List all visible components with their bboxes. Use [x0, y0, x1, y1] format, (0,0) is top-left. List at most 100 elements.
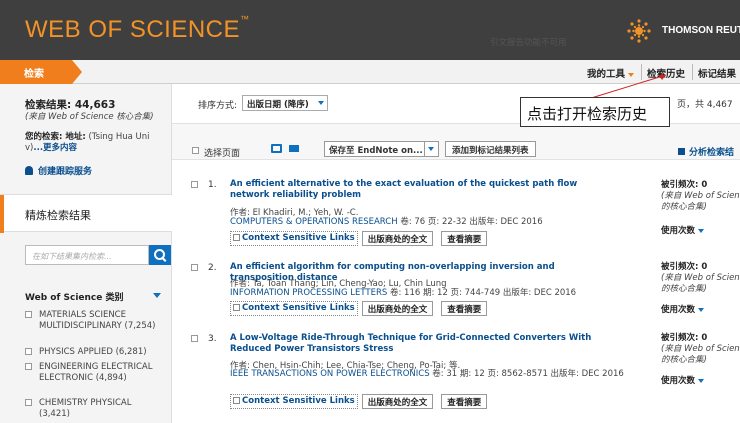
sort-value: 出版日期 (降序) [247, 100, 309, 110]
record-links: Context Sensitive Links 出版商处的全文 查看摘要 [230, 231, 488, 247]
cited-count: 被引频次: 0 [661, 262, 708, 272]
print-icon[interactable] [271, 144, 282, 153]
checkbox[interactable] [25, 399, 32, 406]
refine-title: 精炼检索结果 [25, 209, 91, 222]
chevron-down-icon[interactable] [153, 293, 161, 298]
more-link[interactable]: ...更多内容 [33, 143, 77, 153]
annotation-callout: 点击打开检索历史 [520, 97, 670, 127]
record-number: 3. [208, 334, 217, 344]
left-sidebar: 检索结果: 44,663 (来自 Web of Science 核心合集) 您的… [0, 84, 172, 423]
page-count: 页，共 4,467 [677, 100, 733, 110]
result-record: 2. An efficient algorithm for computing … [172, 262, 740, 322]
times-cited: 被引频次: 0(来自 Web of Science 的核心合集) [661, 180, 740, 213]
record-checkbox[interactable] [191, 264, 198, 271]
brand-logo[interactable]: WEB OF SCIENCE™ [25, 14, 250, 44]
chevron-down-icon [424, 142, 438, 156]
category-item[interactable]: MATERIALS SCIENCE MULTIDISCIPLINARY (7,2… [25, 310, 165, 332]
ctx-label: Context Sensitive Links [242, 303, 355, 313]
context-sensitive-links[interactable]: Context Sensitive Links [230, 231, 358, 246]
tab-search[interactable]: 检索 [0, 60, 82, 84]
source-details: 卷: 76 页: 22-32 出版年: DEC 2016 [397, 217, 543, 227]
usage-count-toggle[interactable]: 使用次数 [661, 303, 705, 315]
bell-icon [25, 166, 33, 175]
record-source: IEEE TRANSACTIONS ON POWER ELECTRONICS 卷… [230, 369, 630, 380]
times-cited: 被引频次: 0(来自 Web of Science 的核心合集) [661, 333, 740, 366]
chevron-down-icon [317, 101, 324, 105]
search-icon[interactable] [149, 245, 171, 265]
refine-search-input[interactable]: 在如下结果集内检索... [25, 245, 149, 265]
usage-label: 使用次数 [661, 226, 696, 236]
marked-list-link[interactable]: 标记结果 [698, 66, 736, 80]
record-title-link[interactable]: A Low-Voltage Ride-Through Technique for… [230, 333, 615, 355]
publisher-fulltext-button[interactable]: 出版商处的全文 [361, 301, 434, 316]
record-checkbox[interactable] [191, 181, 198, 188]
add-to-marked-list-button[interactable]: 添加到标记结果列表 [445, 141, 536, 157]
refine-panel: 精炼检索结果 [0, 194, 172, 233]
sort-select[interactable]: 出版日期 (降序) [242, 95, 328, 111]
cited-db: (来自 Web of Science 的核心合集) [661, 273, 740, 294]
sort-label: 排序方式: [198, 101, 238, 111]
category-label: CHEMISTRY PHYSICAL (3,421) [39, 398, 132, 419]
publisher-fulltext-button[interactable]: 出版商处的全文 [361, 231, 434, 246]
usage-label: 使用次数 [661, 376, 696, 386]
publisher-fulltext-button[interactable]: 出版商处的全文 [361, 394, 434, 409]
results-toolbar: 选择页面 保存至 EndNote on... 添加到标记结果列表 分析检索结 [172, 124, 740, 160]
category-item[interactable]: CHEMISTRY PHYSICAL (3,421) [25, 398, 165, 420]
ctx-label: Context Sensitive Links [242, 233, 355, 243]
save-to-label: 保存至 EndNote on... [329, 146, 423, 156]
category-label: MATERIALS SCIENCE MULTIDISCIPLINARY (7,2… [39, 310, 156, 331]
category-label: PHYSICS APPLIED (6,281) [39, 347, 147, 357]
ctx-label: Context Sensitive Links [242, 396, 355, 406]
citation-report-note: 引文报告功能不可用 [490, 38, 567, 48]
record-title-link[interactable]: An efficient alternative to the exact ev… [230, 179, 615, 201]
nav-divider [692, 64, 693, 80]
brand-text: WEB OF SCIENCE [25, 16, 241, 43]
results-database: (来自 Web of Science 核心合集) [25, 112, 154, 122]
journal-link[interactable]: COMPUTERS & OPERATIONS RESEARCH [230, 217, 398, 227]
result-record: 1. An efficient alternative to the exact… [172, 179, 740, 249]
chevron-down-icon [698, 307, 705, 312]
analyze-results-link[interactable]: 分析检索结 [678, 145, 734, 158]
journal-link[interactable]: IEEE TRANSACTIONS ON POWER ELECTRONICS [230, 369, 430, 379]
context-sensitive-links[interactable]: Context Sensitive Links [230, 394, 358, 409]
checkbox[interactable] [25, 348, 32, 355]
cited-db: (来自 Web of Science 的核心合集) [661, 191, 740, 212]
usage-count-toggle[interactable]: 使用次数 [661, 224, 705, 236]
select-page-label: 选择页面 [204, 149, 241, 159]
brand-tm: ™ [240, 14, 250, 24]
view-abstract-button[interactable]: 查看摘要 [441, 301, 488, 316]
category-item[interactable]: PHYSICS APPLIED (6,281) [25, 347, 165, 358]
create-alert-link[interactable]: 创建跟踪服务 [25, 164, 92, 177]
your-search-label: 您的检索: 地址: [25, 132, 86, 142]
record-number: 2. [208, 263, 217, 273]
record-source: INFORMATION PROCESSING LETTERS 卷: 116 期:… [230, 288, 630, 299]
context-sensitive-links[interactable]: Context Sensitive Links [230, 301, 358, 316]
thomson-reuters-logo-icon [627, 19, 651, 43]
source-details: 卷: 31 期: 12 页: 8562-8571 出版年: DEC 2016 [429, 369, 624, 379]
chevron-down-icon [698, 378, 705, 383]
usage-count-toggle[interactable]: 使用次数 [661, 374, 705, 386]
usage-label: 使用次数 [661, 305, 696, 315]
chevron-down-icon [698, 228, 705, 233]
category-label: ENGINEERING ELECTRICAL ELECTRONIC (4,894… [39, 362, 153, 383]
record-checkbox[interactable] [191, 335, 198, 342]
broken-image-icon [233, 304, 240, 311]
create-alert-label: 创建跟踪服务 [38, 167, 93, 177]
save-to-endnote-select[interactable]: 保存至 EndNote on... [324, 141, 439, 157]
record-links: Context Sensitive Links 出版商处的全文 查看摘要 [230, 394, 488, 410]
select-page-checkbox[interactable] [192, 147, 199, 154]
checkbox[interactable] [25, 363, 32, 370]
times-cited: 被引频次: 0(来自 Web of Science 的核心合集) [661, 262, 740, 295]
view-abstract-button[interactable]: 查看摘要 [441, 394, 488, 409]
publisher-name: THOMSON REUTE [662, 25, 740, 36]
cited-count: 被引频次: 0 [661, 180, 708, 190]
chart-icon [678, 148, 685, 155]
refine-accent-bar [0, 195, 4, 233]
checkbox[interactable] [25, 311, 32, 318]
category-title[interactable]: Web of Science 类别 [25, 290, 124, 303]
email-icon[interactable] [289, 145, 299, 152]
result-record: 3. A Low-Voltage Ride-Through Technique … [172, 333, 740, 423]
view-abstract-button[interactable]: 查看摘要 [441, 231, 488, 246]
journal-link[interactable]: INFORMATION PROCESSING LETTERS [230, 288, 387, 298]
category-item[interactable]: ENGINEERING ELECTRICAL ELECTRONIC (4,894… [25, 362, 165, 384]
